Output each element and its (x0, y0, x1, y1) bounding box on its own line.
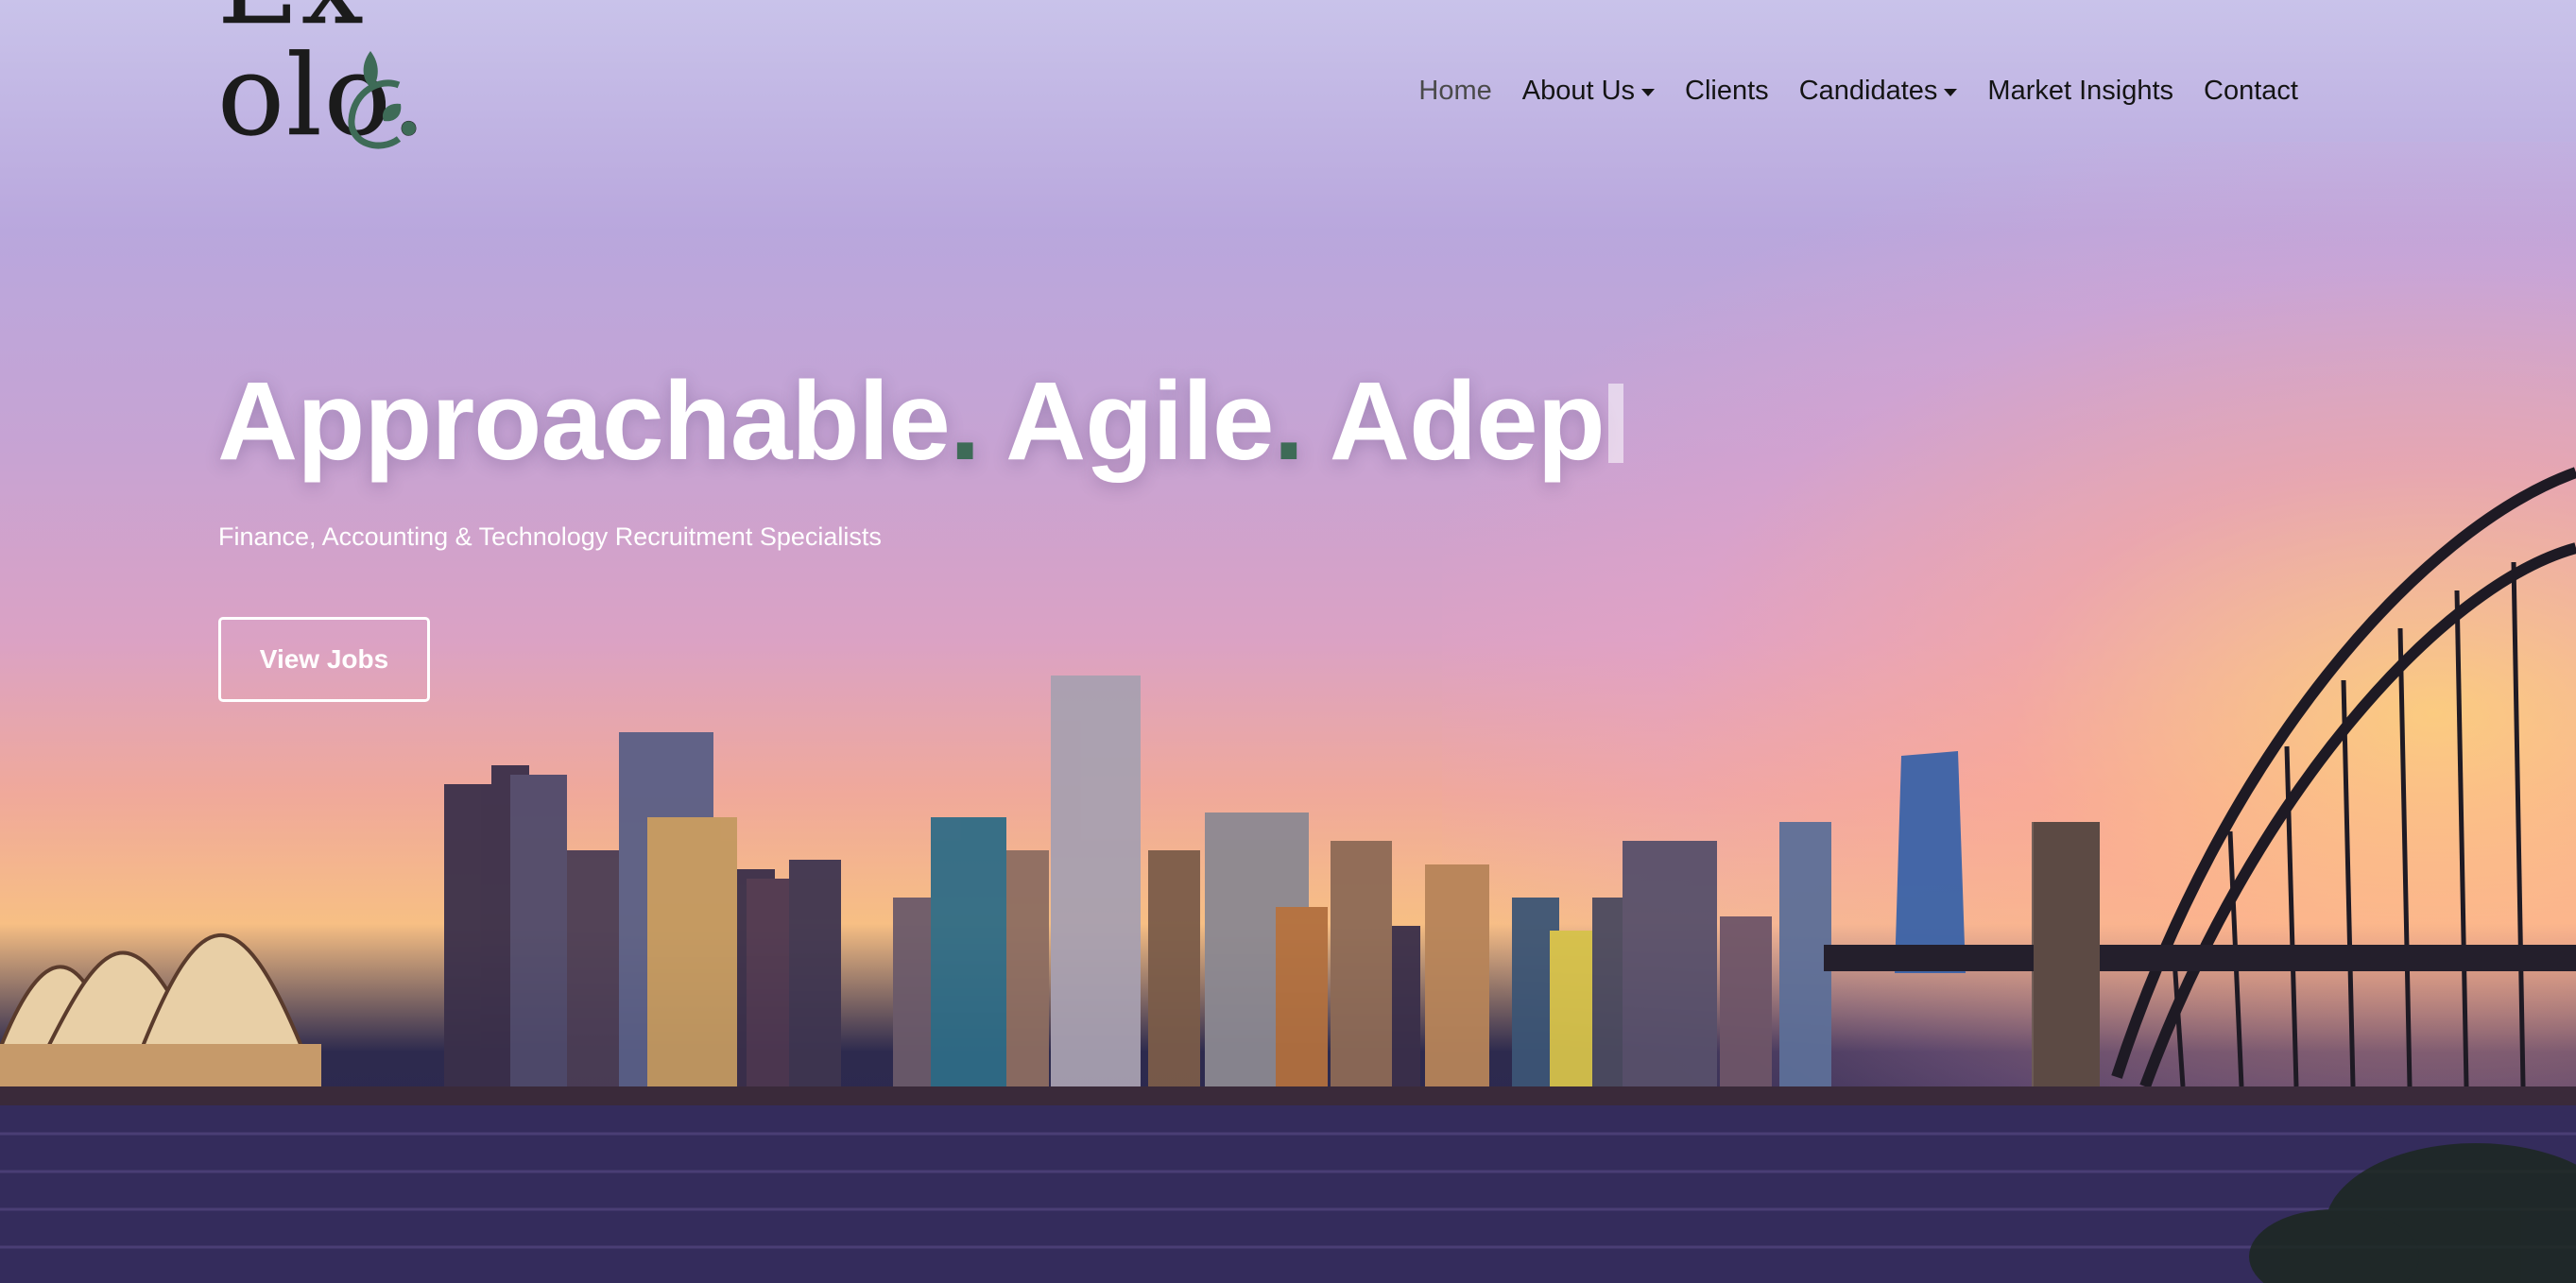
nav-home-label: Home (1418, 76, 1492, 106)
nav-clients[interactable]: Clients (1670, 76, 1784, 107)
nav-clients-label: Clients (1685, 76, 1769, 106)
hero-subtitle: Finance, Accounting & Technology Recruit… (218, 522, 882, 551)
nav-home[interactable]: Home (1403, 76, 1506, 107)
headline-dot: . (949, 359, 981, 484)
typing-cursor (1607, 384, 1623, 463)
brand-logo[interactable]: Exolo. (217, 0, 586, 151)
main-nav: Home About Us Clients Candidates Market … (1403, 76, 2313, 107)
leaf-icon (348, 51, 402, 149)
headline-dot: . (1273, 359, 1305, 484)
nav-about-us-label: About Us (1521, 76, 1636, 106)
nav-about-us[interactable]: About Us (1507, 76, 1670, 107)
nav-market-insights[interactable]: Market Insights (1972, 76, 2189, 107)
nav-market-insights-label: Market Insights (1987, 76, 2174, 106)
headline-word-1: Approachable (217, 359, 951, 484)
nav-candidates-label: Candidates (1798, 76, 1938, 106)
headline-word-3-typing: Adep (1329, 359, 1606, 484)
nav-contact[interactable]: Contact (2189, 76, 2313, 107)
hero-headline: Approachable. Agile. Adep (217, 357, 1623, 486)
caret-down-icon (1641, 88, 1656, 96)
headline-word-2: Agile (1005, 359, 1274, 484)
nav-candidates[interactable]: Candidates (1784, 76, 1973, 107)
caret-down-icon (1944, 88, 1958, 96)
view-jobs-button[interactable]: View Jobs (218, 617, 430, 702)
nav-contact-label: Contact (2204, 76, 2298, 106)
